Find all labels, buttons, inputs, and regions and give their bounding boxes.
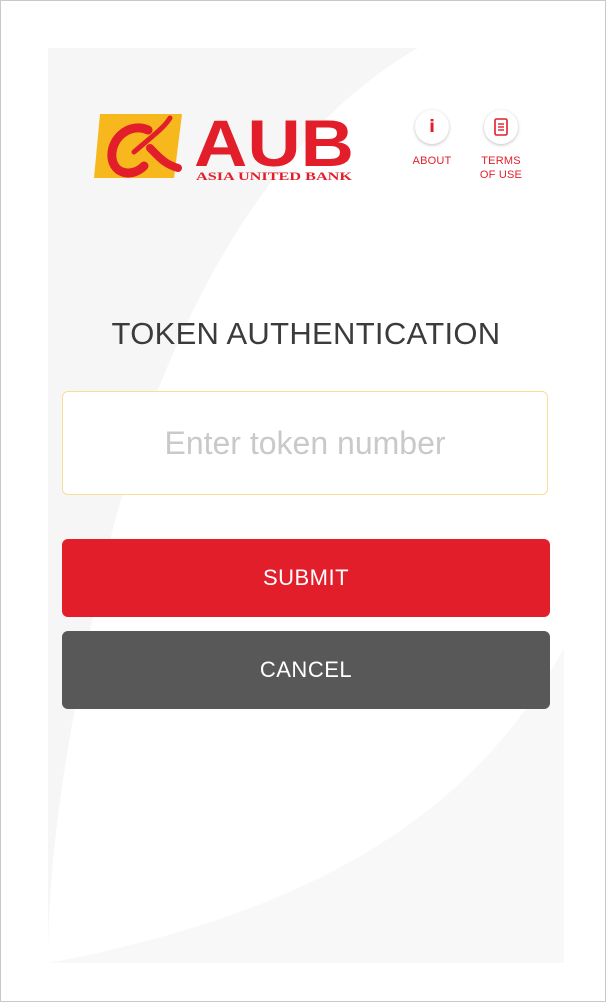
about-button[interactable]: i ABOUT [397,110,467,168]
terms-label: TERMS OF USE [466,154,536,182]
terms-icon-circle[interactable] [484,110,518,144]
terms-of-use-button[interactable]: TERMS OF USE [466,110,536,182]
token-number-input[interactable] [62,391,548,495]
submit-button[interactable]: SUBMIT [62,539,550,617]
document-icon [494,118,508,136]
device-frame: AUB ASIA UNITED BANK i ABOUT TERMS OF US… [0,0,606,1002]
page-title: TOKEN AUTHENTICATION [111,316,501,351]
cancel-button[interactable]: CANCEL [62,631,550,709]
about-icon-circle[interactable]: i [415,110,449,144]
app-screen: AUB ASIA UNITED BANK i ABOUT TERMS OF US… [48,48,564,963]
logo-bank-name: ASIA UNITED BANK [196,169,353,183]
info-icon: i [429,116,435,137]
terms-label-line2: OF USE [479,169,523,181]
about-label: ABOUT [412,155,452,167]
terms-label-line1: TERMS [481,155,521,167]
aub-logo-mark [94,114,182,178]
aub-logo: AUB ASIA UNITED BANK [94,108,354,183]
